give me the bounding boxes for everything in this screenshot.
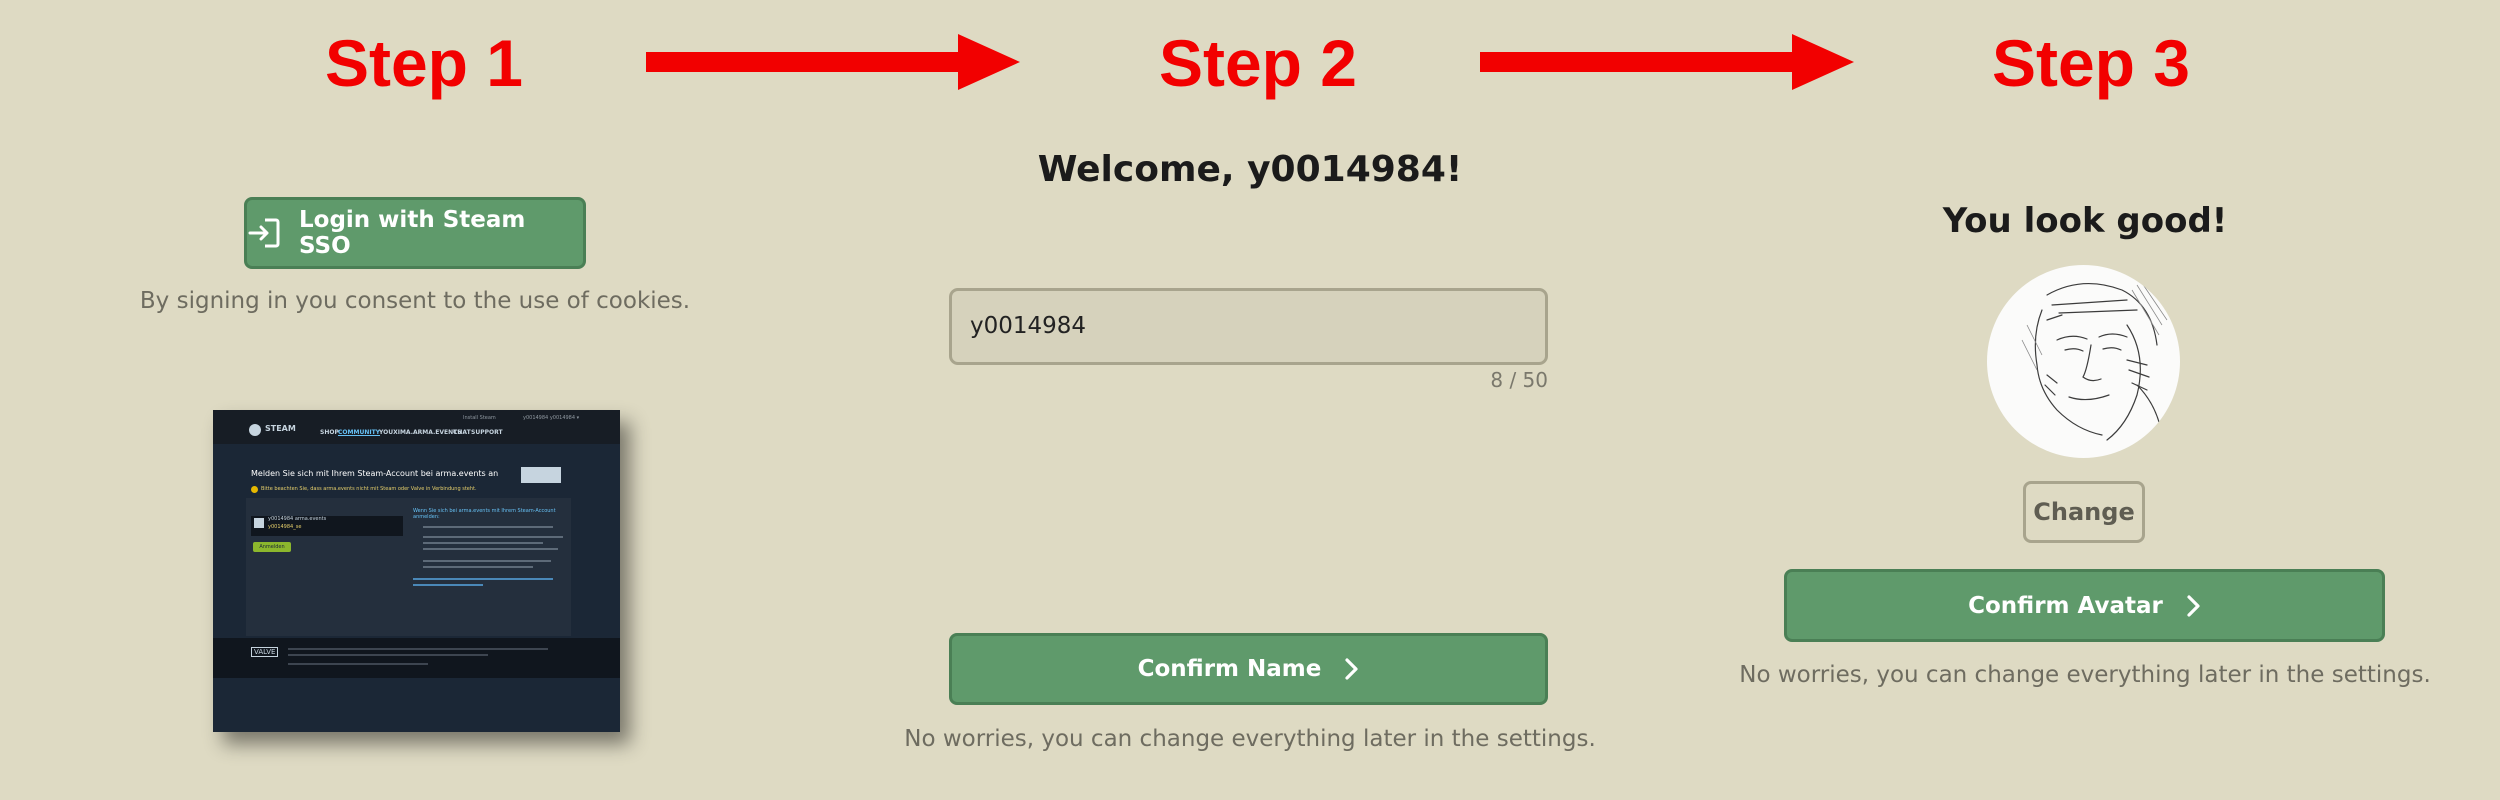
arrow-head-icon	[958, 34, 1020, 90]
steam-footer-line	[288, 663, 428, 665]
warning-icon	[251, 486, 258, 493]
valve-logo: VALVE	[251, 647, 279, 657]
steam-panel-title: Melden Sie sich mit Ihrem Steam-Account …	[251, 469, 499, 478]
steam-right-heading: Wenn Sie sich bei arma.events mit Ihrem …	[413, 508, 556, 520]
steam-account-name: y0014984 arma.events	[268, 516, 327, 522]
step-1-title: Step 1	[324, 26, 524, 100]
display-name-input[interactable]: y0014984	[949, 288, 1548, 365]
steam-nav-events: YOUXIMA.ARMA.EVENTS	[379, 429, 462, 436]
steam-bullet-line	[413, 584, 483, 586]
welcome-heading: Welcome, y0014984!	[1037, 149, 1463, 190]
steam-nav-support: SUPPORT	[471, 429, 503, 436]
step-3-title: Step 3	[1991, 26, 2191, 100]
steam-bullet-line	[413, 578, 553, 580]
arrow-head-icon	[1792, 34, 1854, 90]
login-button-label: Login with Steam SSO	[299, 207, 526, 259]
chevron-right-icon	[2185, 594, 2201, 618]
steam-account-menu: y0014984 y0014984 ▾	[523, 415, 580, 421]
steam-bullet-line	[423, 548, 558, 550]
avatar-change-note: No worries, you can change everything la…	[1739, 662, 2431, 688]
name-change-note: No worries, you can change everything la…	[904, 726, 1596, 752]
confirm-avatar-label: Confirm Avatar	[1968, 592, 2163, 619]
steam-account-avatar	[254, 518, 264, 528]
confirm-avatar-button[interactable]: Confirm Avatar	[1784, 569, 2385, 642]
steam-footer-line	[288, 648, 548, 650]
steam-login-screenshot: STEAM SHOP COMMUNITY YOUXIMA.ARMA.EVENTS…	[213, 410, 620, 732]
steam-footer-line	[288, 654, 488, 656]
avatar-image	[1987, 265, 2180, 458]
steam-signin-button: Anmelden	[253, 542, 291, 552]
change-avatar-button[interactable]: Change	[2023, 481, 2145, 543]
steam-bullet-line	[423, 536, 563, 538]
step-2-title: Step 2	[1158, 26, 1358, 100]
steam-nav-chat: CHAT	[453, 429, 471, 436]
arrow-right-icon	[646, 52, 968, 72]
steam-bullet-line	[423, 542, 543, 544]
steam-logo-icon	[249, 424, 261, 436]
login-steam-sso-button[interactable]: Login with Steam SSO	[244, 197, 586, 269]
steam-bullet-line	[423, 560, 551, 562]
confirm-name-label: Confirm Name	[1137, 656, 1322, 682]
steam-brand-icon	[521, 467, 561, 483]
steam-bullet-line	[423, 566, 533, 568]
steam-install-link: Install Steam	[463, 415, 496, 421]
sketch-portrait-icon	[2021, 282, 2168, 441]
name-char-counter: 8 / 50	[1490, 368, 1548, 392]
steam-nav-community: COMMUNITY	[338, 429, 381, 436]
steam-footer	[213, 638, 620, 678]
confirm-name-button[interactable]: Confirm Name	[949, 633, 1548, 705]
steam-logo-text: STEAM	[265, 424, 296, 433]
login-icon	[247, 217, 281, 249]
steam-nav-shop: SHOP	[320, 429, 339, 436]
arrow-right-icon	[1480, 52, 1802, 72]
cookie-consent-text: By signing in you consent to the use of …	[139, 288, 691, 314]
avatar-heading: You look good!	[1942, 201, 2228, 241]
chevron-right-icon	[1343, 657, 1359, 681]
steam-warning-text: Bitte beachten Sie, dass arma.events nic…	[261, 486, 477, 492]
steam-account-sub: y0014984_se	[268, 524, 302, 530]
steam-bullet-line	[423, 526, 553, 528]
